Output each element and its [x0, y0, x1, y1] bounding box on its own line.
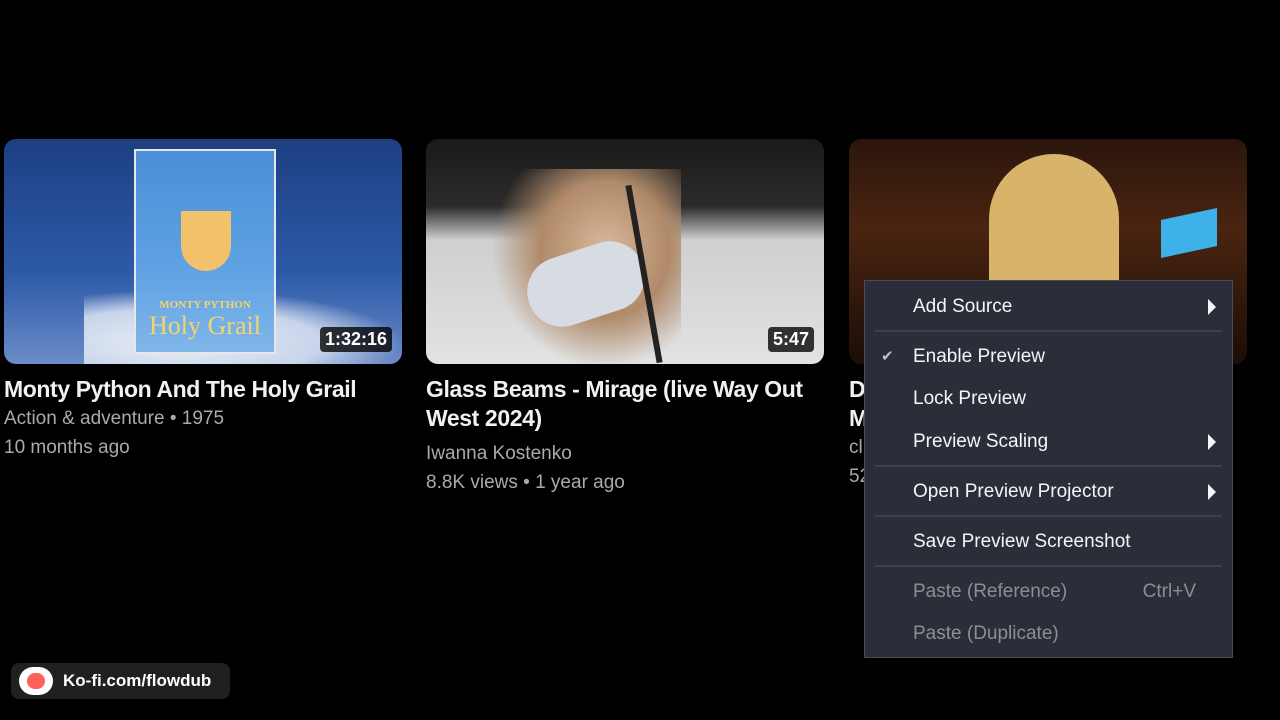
menu-item-save-preview-screenshot[interactable]: Save Preview Screenshot: [865, 522, 1232, 562]
menu-item-paste-duplicate[interactable]: Paste (Duplicate): [865, 614, 1232, 654]
video-card-glass-beams[interactable]: 5:47 Glass Beams - Mirage (live Way Out …: [426, 139, 824, 497]
video-age: 10 months ago: [4, 437, 130, 458]
menu-separator: [875, 515, 1222, 517]
video-thumbnail[interactable]: MONTY PYTHON Holy Grail 1:32:16: [4, 139, 402, 364]
menu-item-label: Paste (Reference): [913, 581, 1068, 602]
menu-item-paste-reference[interactable]: Paste (Reference) Ctrl+V: [865, 572, 1232, 612]
menu-item-label: Preview Scaling: [913, 431, 1049, 452]
kofi-cup-icon: [19, 667, 53, 695]
menu-item-label: Enable Preview: [913, 346, 1046, 367]
menu-item-label: Save Preview Screenshot: [913, 531, 1131, 552]
submenu-arrow-icon: [1208, 434, 1216, 450]
checkmark-icon: ✔: [881, 348, 894, 366]
poster-title-line-1: MONTY PYTHON: [159, 299, 251, 311]
submenu-arrow-icon: [1208, 299, 1216, 315]
menu-item-label: Lock Preview: [913, 388, 1026, 409]
menu-item-label: Add Source: [913, 296, 1013, 317]
menu-item-lock-preview[interactable]: Lock Preview: [865, 379, 1232, 419]
duration-badge: 5:47: [767, 327, 814, 352]
menu-item-label: Paste (Duplicate): [913, 623, 1059, 644]
menu-item-shortcut: Ctrl+V: [1142, 581, 1196, 602]
video-title[interactable]: Monty Python And The Holy Grail: [4, 375, 402, 404]
menu-separator: [875, 565, 1222, 567]
video-meta: Action & adventure • 1975: [4, 408, 225, 429]
menu-separator: [875, 465, 1222, 467]
submenu-arrow-icon: [1208, 484, 1216, 500]
menu-item-add-source[interactable]: Add Source: [865, 287, 1232, 327]
channel-name[interactable]: Iwanna Kostenko: [426, 439, 824, 468]
grail-art: [181, 211, 231, 271]
kofi-link-text: Ko-fi.com/flowdub: [63, 671, 212, 690]
laptop-art: [1161, 208, 1217, 258]
menu-separator: [875, 330, 1222, 332]
kofi-badge[interactable]: Ko-fi.com/flowdub: [11, 663, 230, 699]
video-title[interactable]: Glass Beams - Mirage (live Way Out West …: [426, 375, 824, 433]
video-thumbnail[interactable]: 5:47: [426, 139, 824, 364]
thumbnail-art: [989, 154, 1119, 294]
movie-poster: MONTY PYTHON Holy Grail: [134, 149, 276, 354]
duration-badge: 1:32:16: [319, 327, 392, 352]
preview-context-menu: Add Source ✔ Enable Preview Lock Preview…: [864, 280, 1233, 658]
video-card-monty-python[interactable]: MONTY PYTHON Holy Grail 1:32:16 Monty Py…: [4, 139, 402, 462]
poster-title-line-2: Holy Grail: [149, 311, 261, 340]
menu-item-open-preview-projector[interactable]: Open Preview Projector: [865, 472, 1232, 512]
video-meta: 8.8K views • 1 year ago: [426, 472, 625, 493]
menu-item-preview-scaling[interactable]: Preview Scaling: [865, 422, 1232, 462]
menu-item-enable-preview[interactable]: ✔ Enable Preview: [865, 337, 1232, 377]
menu-item-label: Open Preview Projector: [913, 481, 1114, 502]
